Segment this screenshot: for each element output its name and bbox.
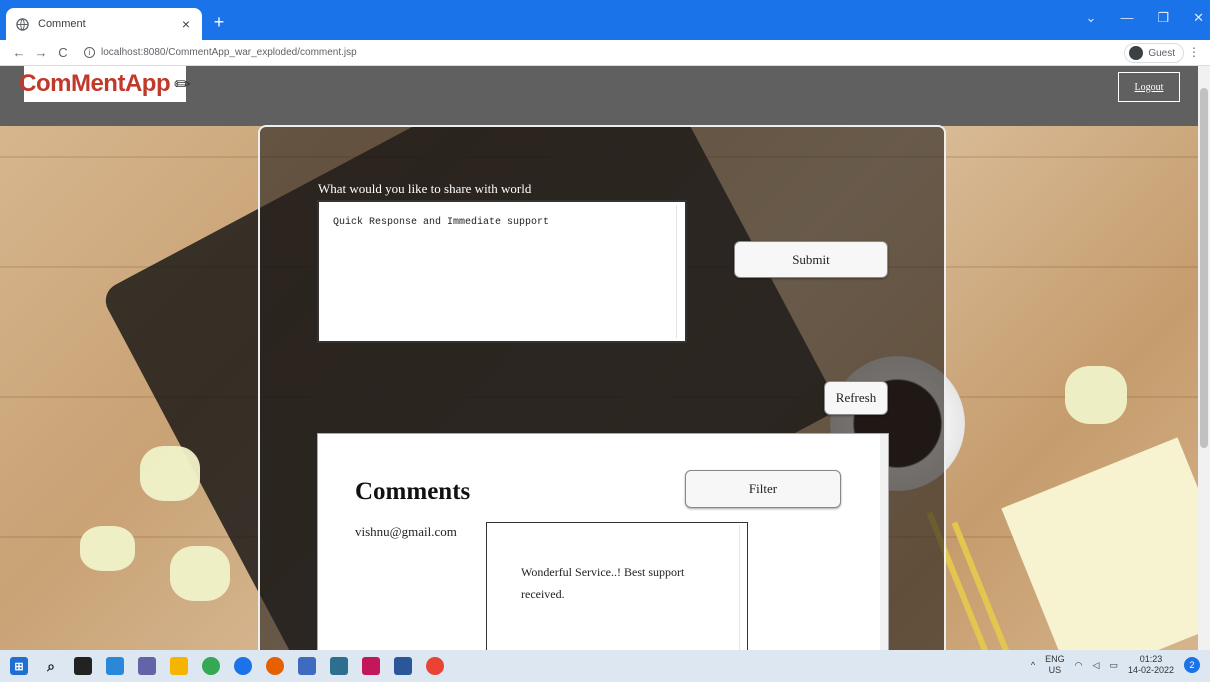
comment-box-scrollbar[interactable] bbox=[739, 525, 745, 650]
wifi-icon[interactable]: ◠ bbox=[1075, 660, 1083, 671]
intellij-icon[interactable] bbox=[362, 657, 380, 675]
comment-textarea[interactable]: Quick Response and Immediate support bbox=[317, 200, 687, 343]
reload-icon[interactable]: C bbox=[52, 45, 74, 60]
edge-icon[interactable] bbox=[234, 657, 252, 675]
filter-button[interactable]: Filter bbox=[685, 470, 841, 508]
info-icon[interactable]: i bbox=[84, 47, 95, 58]
search-icon[interactable]: ⌕ bbox=[42, 657, 60, 675]
language-indicator[interactable]: ENG US bbox=[1045, 654, 1065, 676]
task-view-icon[interactable] bbox=[74, 657, 92, 675]
restore-icon[interactable]: ❐ bbox=[1157, 10, 1169, 26]
app-logo[interactable]: ComMentApp ✏ bbox=[19, 66, 191, 102]
profile-label: Guest bbox=[1148, 47, 1175, 59]
forward-arrow-icon[interactable]: → bbox=[30, 45, 52, 60]
chat-icon[interactable] bbox=[138, 657, 156, 675]
page-scrollbar-thumb[interactable] bbox=[1200, 88, 1208, 448]
comments-heading: Comments bbox=[355, 478, 471, 505]
url-field[interactable]: i localhost:8080/CommentApp_war_exploded… bbox=[84, 47, 357, 58]
comment-card: What would you like to share with world … bbox=[258, 125, 946, 650]
submit-button[interactable]: Submit bbox=[734, 241, 888, 278]
address-bar: ← → C i localhost:8080/CommentApp_war_ex… bbox=[0, 40, 1210, 66]
comment-text: Wonderful Service..! Best support receiv… bbox=[521, 565, 685, 601]
share-label: What would you like to share with world bbox=[318, 181, 532, 196]
page-scrollbar[interactable] bbox=[1198, 66, 1210, 650]
new-tab-button[interactable]: + bbox=[208, 12, 230, 33]
vscode-icon[interactable] bbox=[330, 657, 348, 675]
profile-button[interactable]: Guest bbox=[1124, 43, 1184, 63]
clock-date: 14-02-2022 bbox=[1127, 665, 1174, 675]
window-controls: ⌄ — ❐ ✕ bbox=[1086, 10, 1204, 26]
comment-author-email: vishnu@gmail.com bbox=[355, 524, 457, 539]
more-menu-icon[interactable]: ⋮ bbox=[1188, 45, 1200, 59]
minimize-icon[interactable]: — bbox=[1120, 10, 1133, 26]
crumpled-paper-image bbox=[140, 446, 200, 501]
textarea-scrollbar[interactable] bbox=[676, 205, 682, 338]
back-arrow-icon[interactable]: ← bbox=[8, 45, 30, 60]
tab-search-icon[interactable]: ⌄ bbox=[1086, 10, 1097, 26]
widgets-icon[interactable] bbox=[106, 657, 124, 675]
tray-chevron-icon[interactable]: ^ bbox=[1031, 660, 1035, 670]
url-text: localhost:8080/CommentApp_war_exploded/c… bbox=[101, 47, 357, 58]
notification-icon[interactable]: 2 bbox=[1184, 657, 1200, 673]
close-tab-icon[interactable]: × bbox=[178, 16, 194, 32]
firefox-icon[interactable] bbox=[266, 657, 284, 675]
comments-panel: Comments Filter vishnu@gmail.com Wonderf… bbox=[317, 433, 889, 650]
browser-tab[interactable]: Comment × bbox=[6, 8, 202, 40]
word-icon[interactable] bbox=[394, 657, 412, 675]
page-viewport: ComMentApp ✏ Logout What would you like … bbox=[0, 66, 1198, 650]
site-header: ComMentApp ✏ Logout bbox=[0, 66, 1198, 126]
refresh-button[interactable]: Refresh bbox=[824, 381, 888, 415]
chrome-active-icon[interactable] bbox=[426, 657, 444, 675]
close-window-icon[interactable]: ✕ bbox=[1193, 10, 1204, 26]
notepad-image bbox=[1001, 437, 1198, 650]
comment-text-box[interactable]: Wonderful Service..! Best support receiv… bbox=[486, 522, 748, 650]
lang-line-1: ENG bbox=[1045, 654, 1065, 664]
system-tray: ^ ENG US ◠ ◁ ▭ 01:23 14-02-2022 2 bbox=[1031, 654, 1200, 676]
notepad-icon[interactable] bbox=[298, 657, 316, 675]
comments-scrollbar[interactable] bbox=[880, 434, 888, 650]
comment-textarea-value: Quick Response and Immediate support bbox=[333, 217, 550, 228]
windows-start-icon[interactable]: ⊞ bbox=[10, 657, 28, 675]
file-explorer-icon[interactable] bbox=[170, 657, 188, 675]
pencil-icon: ✏ bbox=[174, 73, 191, 96]
chrome-icon[interactable] bbox=[202, 657, 220, 675]
battery-icon[interactable]: ▭ bbox=[1109, 660, 1118, 671]
windows-taskbar: ⊞ ⌕ ^ ENG US ◠ ◁ ▭ 01:23 14-02-2022 2 bbox=[0, 650, 1210, 682]
globe-icon bbox=[14, 16, 30, 32]
profile-avatar-icon bbox=[1129, 46, 1144, 60]
crumpled-paper-image bbox=[80, 526, 135, 571]
logo-text: ComMentApp bbox=[19, 70, 171, 97]
lang-line-2: US bbox=[1048, 665, 1062, 675]
clock[interactable]: 01:23 14-02-2022 bbox=[1128, 654, 1174, 676]
crumpled-paper-image bbox=[1065, 366, 1127, 424]
logout-link[interactable]: Logout bbox=[1118, 72, 1180, 102]
browser-tab-bar: Comment × + ⌄ — ❐ ✕ bbox=[0, 0, 1210, 40]
clock-time: 01:23 bbox=[1139, 654, 1163, 664]
crumpled-paper-image bbox=[170, 546, 230, 601]
tab-title: Comment bbox=[38, 18, 86, 30]
volume-icon[interactable]: ◁ bbox=[1093, 660, 1100, 671]
